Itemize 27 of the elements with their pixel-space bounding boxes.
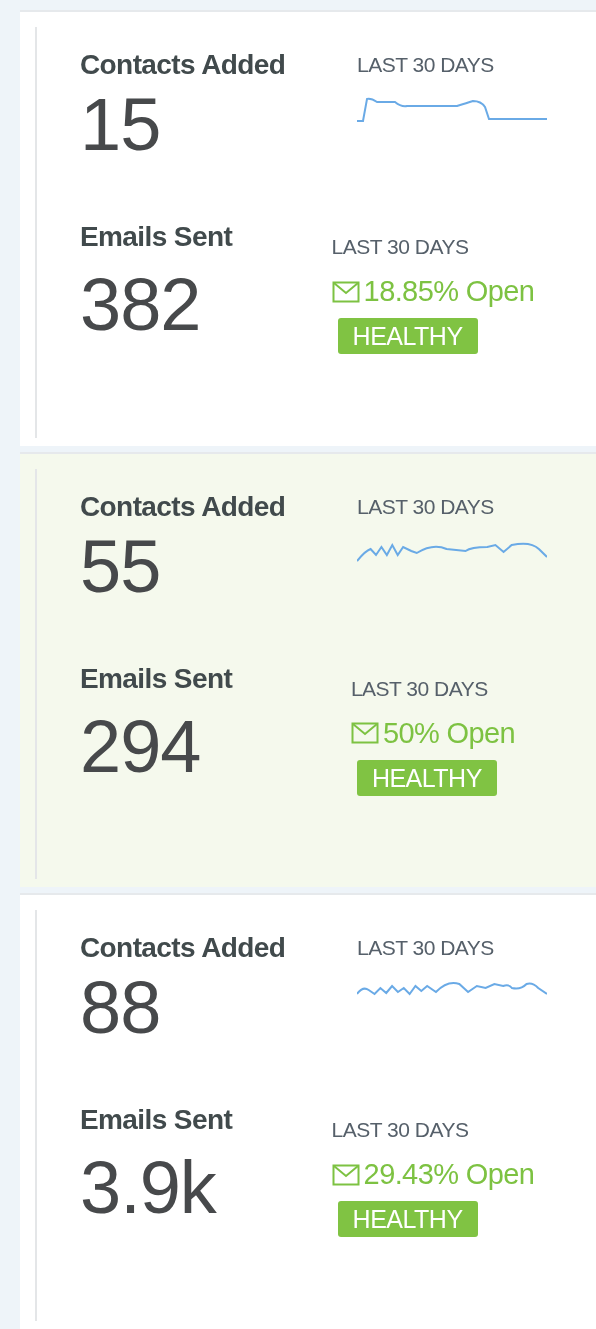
open-rate: 50% Open [382,716,516,750]
status-badge: HEALTHY [356,759,497,796]
open-rate: 18.85% Open [363,275,535,308]
period-label: LAST 30 DAYS [331,1117,469,1144]
emails-count: 382 [80,265,202,345]
emails-sent-label: Emails Sent [80,220,234,254]
period-label: LAST 30 DAYS [350,675,488,702]
contacts-added-label: Contacts Added [80,48,287,82]
emails-sent-label: Emails Sent [80,1103,234,1138]
mail-icon [331,280,360,303]
mail-icon [331,1163,360,1186]
contacts-count: 88 [80,968,162,1049]
contacts-count: 55 [80,526,162,607]
emails-sent-label: Emails Sent [80,661,234,696]
emails-count: 3.9k [80,1148,218,1229]
period-label: LAST 30 DAYS [357,52,495,78]
period-label: LAST 30 DAYS [357,935,495,962]
status-badge: HEALTHY [337,318,478,354]
emails-count: 294 [80,706,202,787]
status-badge: HEALTHY [337,1201,478,1238]
open-rate: 29.43% Open [363,1158,535,1192]
mail-icon [350,722,379,745]
period-label: LAST 30 DAYS [357,493,495,520]
contacts-count: 15 [80,85,162,165]
period-label: LAST 30 DAYS [331,234,469,260]
contacts-added-label: Contacts Added [80,489,287,524]
contacts-added-label: Contacts Added [80,931,287,966]
